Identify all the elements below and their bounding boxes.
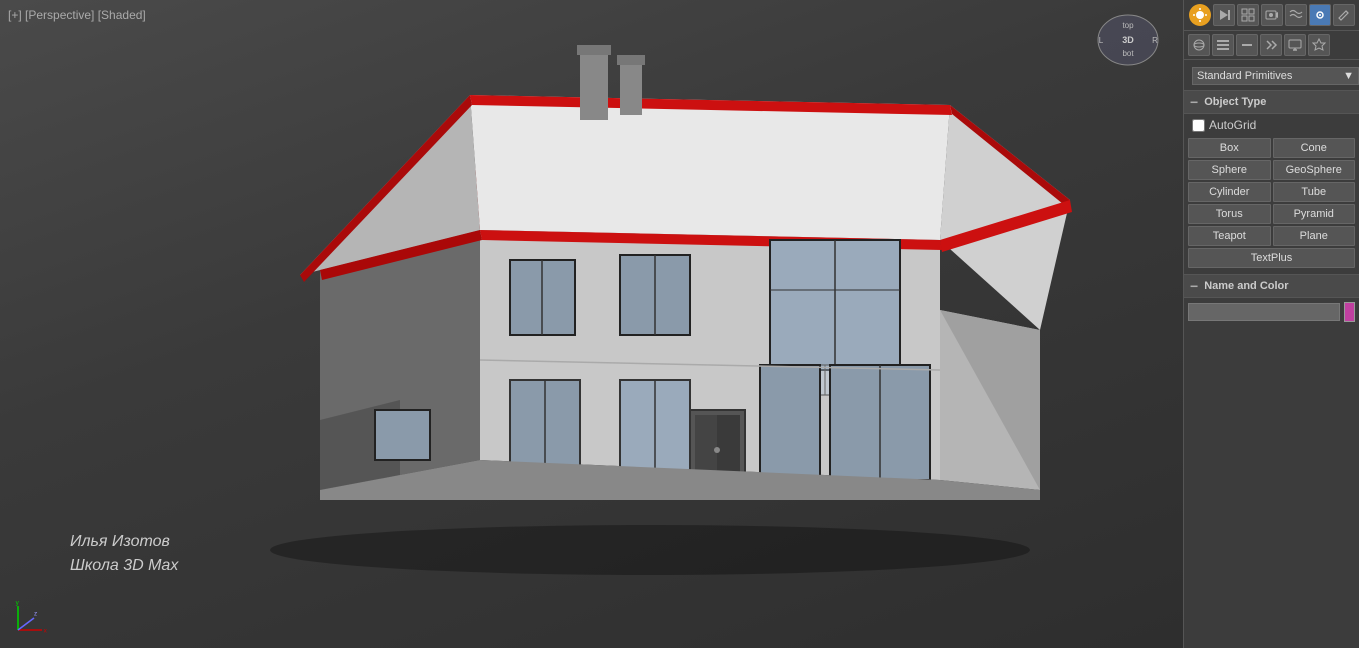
box-button[interactable]: Box — [1188, 138, 1271, 158]
grid-icon[interactable] — [1237, 4, 1259, 26]
watermark-line2: Школа 3D Max — [70, 554, 178, 578]
collapse-object-type-icon[interactable]: − — [1190, 94, 1198, 110]
pyramid-button[interactable]: Pyramid — [1273, 204, 1356, 224]
name-input-field[interactable] — [1188, 303, 1340, 321]
torus-button[interactable]: Torus — [1188, 204, 1271, 224]
object-type-header: − Object Type — [1184, 90, 1359, 114]
textplus-button[interactable]: TextPlus — [1188, 248, 1355, 268]
right-panel: Standard Primitives ▼ − Object Type Auto… — [1183, 0, 1359, 648]
cone-button[interactable]: Cone — [1273, 138, 1356, 158]
settings-icon[interactable] — [1309, 4, 1331, 26]
watermark-line1: Илья Изотов — [70, 530, 178, 554]
name-color-section: − Name and Color — [1184, 274, 1359, 326]
toolbar-second — [1184, 31, 1359, 60]
list-icon[interactable] — [1212, 34, 1234, 56]
dropdown-label: Standard Primitives — [1197, 70, 1292, 82]
name-color-input-row — [1184, 298, 1359, 326]
house-model — [200, 30, 1100, 620]
toolbar-top — [1184, 0, 1359, 31]
sun-icon[interactable] — [1189, 4, 1211, 26]
svg-text:3D: 3D — [1122, 35, 1134, 45]
svg-text:R: R — [1152, 36, 1158, 45]
render-icon[interactable] — [1213, 4, 1235, 26]
object-buttons-grid: Box Cone Sphere GeoSphere Cylinder Tube … — [1184, 136, 1359, 270]
autogrid-label: AutoGrid — [1209, 118, 1256, 132]
camera-icon[interactable] — [1261, 4, 1283, 26]
plane-button[interactable]: Plane — [1273, 226, 1356, 246]
svg-text:x: x — [44, 627, 48, 634]
motion-icon[interactable] — [1260, 34, 1282, 56]
dropdown-arrow-icon: ▼ — [1343, 70, 1354, 82]
sphere-icon[interactable] — [1188, 34, 1210, 56]
minus-icon[interactable] — [1236, 34, 1258, 56]
object-type-title: Object Type — [1204, 96, 1266, 108]
autogrid-row: AutoGrid — [1184, 114, 1359, 136]
sphere-button[interactable]: Sphere — [1188, 160, 1271, 180]
cylinder-button[interactable]: Cylinder — [1188, 182, 1271, 202]
geosphere-button[interactable]: GeoSphere — [1273, 160, 1356, 180]
standard-primitives-dropdown[interactable]: Standard Primitives ▼ — [1192, 67, 1359, 85]
svg-text:L: L — [1099, 36, 1104, 45]
navigation-helper: top bot L R 3D — [1093, 10, 1163, 70]
dropdown-container: Standard Primitives ▼ — [1184, 60, 1359, 90]
edit-icon[interactable] — [1333, 4, 1355, 26]
name-color-header: − Name and Color — [1184, 274, 1359, 298]
watermark: Илья Изотов Школа 3D Max — [70, 530, 178, 578]
teapot-button[interactable]: Teapot — [1188, 226, 1271, 246]
waves-icon[interactable] — [1285, 4, 1307, 26]
autogrid-checkbox[interactable] — [1192, 119, 1205, 132]
display-icon[interactable] — [1284, 34, 1306, 56]
tube-button[interactable]: Tube — [1273, 182, 1356, 202]
viewport: [+] [Perspective] [Shaded] — [0, 0, 1183, 648]
collapse-name-color-icon[interactable]: − — [1190, 278, 1198, 294]
svg-text:z: z — [34, 611, 37, 618]
svg-text:y: y — [16, 599, 20, 606]
name-color-title: Name and Color — [1204, 280, 1288, 292]
utilities-icon[interactable] — [1308, 34, 1330, 56]
coordinate-axes: x y z — [10, 598, 50, 638]
svg-text:top: top — [1122, 21, 1134, 30]
color-swatch[interactable] — [1344, 302, 1355, 322]
viewport-label: [+] [Perspective] [Shaded] — [8, 8, 146, 22]
svg-text:bot: bot — [1122, 49, 1134, 58]
